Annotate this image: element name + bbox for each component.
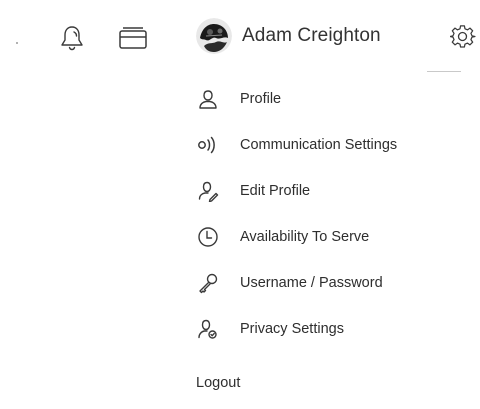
top-bar: Adam Creighton [0, 0, 480, 70]
menu-item-label: Profile [240, 91, 282, 107]
user-menu-toggle[interactable]: Adam Creighton [196, 16, 381, 56]
menu-item-label: Availability To Serve [240, 229, 370, 245]
menu-item-username-password[interactable]: Username / Password [196, 260, 476, 306]
cards-icon[interactable] [116, 24, 150, 52]
privacy-icon [196, 317, 220, 341]
menu-item-label: Edit Profile [240, 183, 311, 199]
person-icon [196, 87, 220, 111]
bell-icon[interactable] [56, 22, 88, 54]
broadcast-icon [196, 133, 220, 157]
user-name: Adam Creighton [242, 25, 381, 46]
menu-item-availability[interactable]: Availability To Serve [196, 214, 476, 260]
menu-item-label: Communication Settings [240, 137, 398, 153]
menu-item-communication-settings[interactable]: Communication Settings [196, 122, 476, 168]
menu-item-privacy-settings[interactable]: Privacy Settings [196, 306, 476, 352]
decorative-dot [16, 42, 18, 44]
menu-item-profile[interactable]: Profile [196, 76, 476, 122]
edit-profile-icon [196, 179, 220, 203]
menu-item-label: Privacy Settings [240, 321, 344, 337]
menu-item-edit-profile[interactable]: Edit Profile [196, 168, 476, 214]
menu-item-label: Username / Password [240, 275, 383, 291]
logout-link[interactable]: Logout [196, 370, 240, 396]
menu-divider [427, 71, 461, 72]
avatar [196, 18, 232, 54]
user-dropdown-menu: Profile Communication Settings Edit Prof… [196, 76, 476, 352]
key-icon [196, 271, 220, 295]
clock-icon [196, 225, 220, 249]
gear-icon[interactable] [448, 22, 478, 52]
